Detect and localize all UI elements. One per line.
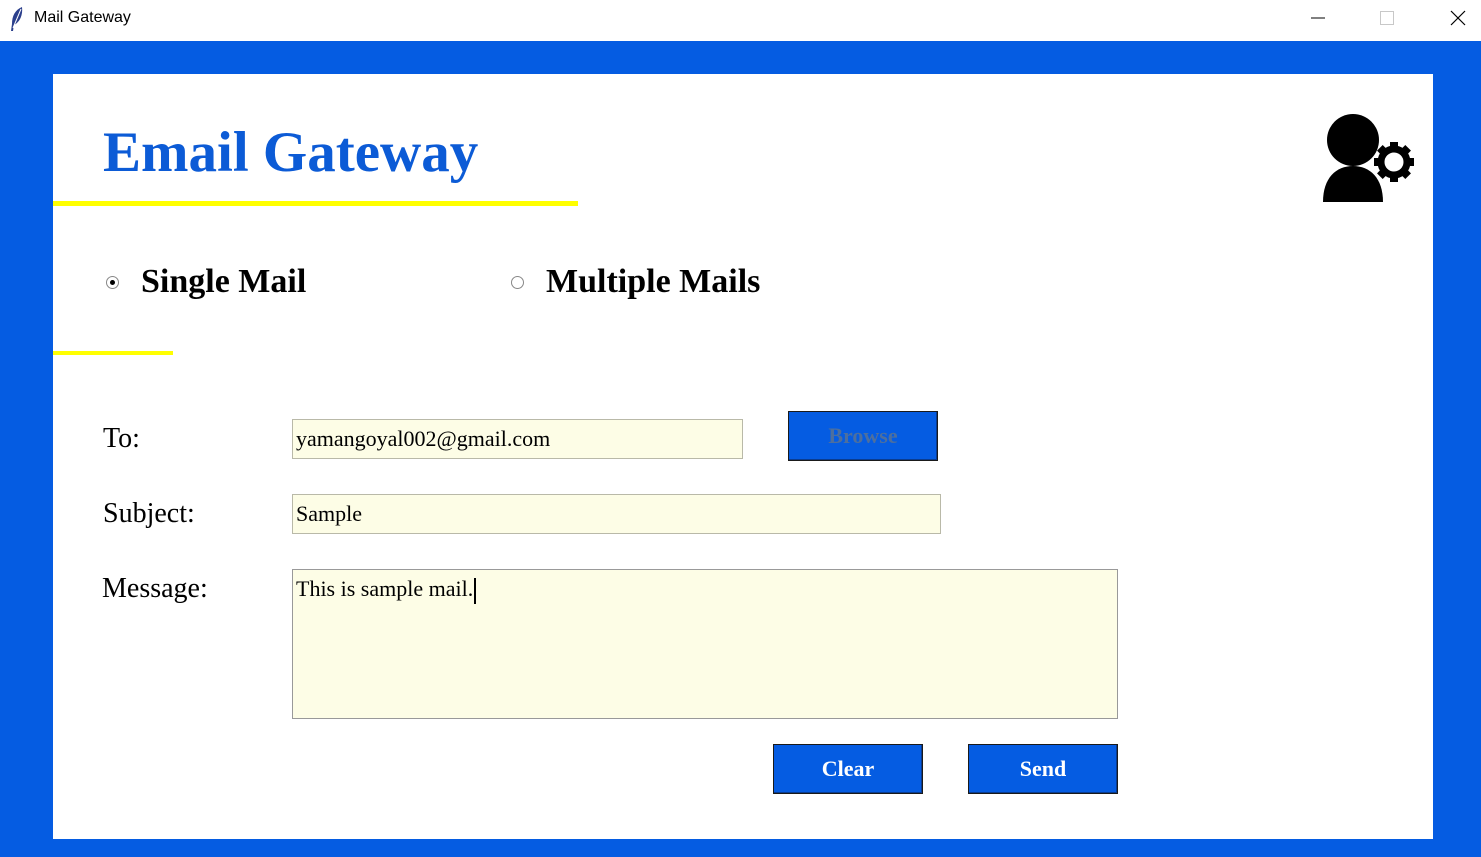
radio-selected-icon[interactable] [106,275,119,289]
maximize-icon [1380,11,1394,25]
subject-label: Subject: [103,498,195,529]
browse-button[interactable]: Browse [788,411,938,461]
message-textarea-value: This is sample mail. [296,576,474,601]
text-caret [474,577,477,604]
message-textarea[interactable]: This is sample mail. [292,569,1118,719]
to-field[interactable]: yamangoyal002@gmail.com [292,419,743,459]
page-title: Email Gateway [103,121,479,184]
subject-field-value: Sample [296,501,362,526]
send-button[interactable]: Send [968,744,1118,794]
radio-multiple-mails-label[interactable]: Multiple Mails [546,263,760,301]
radio-multiple-mails[interactable]: Multiple Mails [511,263,760,301]
content-panel [53,74,1433,839]
message-label: Message: [102,573,208,604]
user-settings-icon [1323,114,1414,202]
radio-single-mail[interactable]: Single Mail [106,263,306,301]
to-label: To: [103,423,140,454]
radio-unselected-icon[interactable] [511,275,524,289]
minimize-icon [1311,17,1325,19]
title-underline [53,201,578,206]
minimize-button[interactable] [1295,0,1341,36]
feather-icon [11,7,23,31]
to-field-value: yamangoyal002@gmail.com [296,426,551,451]
close-icon [1450,10,1466,26]
maximize-button[interactable] [1364,0,1410,36]
subject-field[interactable]: Sample [292,494,941,534]
radio-single-mail-label[interactable]: Single Mail [141,263,306,301]
window-title: Mail Gateway [34,9,131,26]
clear-button[interactable]: Clear [773,744,923,794]
section-divider [53,351,173,355]
window-titlebar: Mail Gateway [0,0,1481,41]
close-button[interactable] [1435,0,1481,36]
